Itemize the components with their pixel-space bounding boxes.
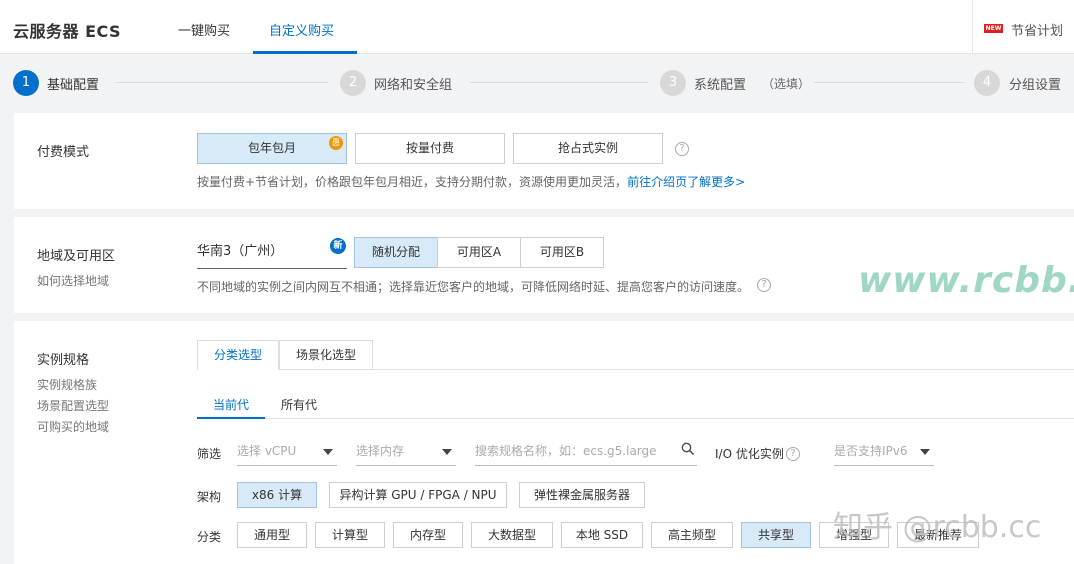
tab-all-generations[interactable]: 所有代 [281, 396, 317, 413]
billing-option-spot[interactable]: 抢占式实例 [513, 133, 663, 164]
vcpu-placeholder: 选择 vCPU [237, 444, 297, 458]
watermark-zhihu: 知乎 @rcbb.cc [833, 510, 1042, 545]
arch-heterogeneous[interactable]: 异构计算 GPU / FPGA / NPU [329, 482, 507, 508]
billing-panel: 付费模式 包年包月 惠 按量付费 抢占式实例 ? 按量付费+节省计划，价格跟包年… [14, 113, 1074, 209]
app-title: 云服务器 ECS [13, 22, 122, 41]
tab-custom-buy[interactable]: 自定义购买 [269, 20, 334, 39]
step-4-circle: 4 [974, 70, 1000, 96]
tab-category-select[interactable]: 分类选型 [197, 340, 279, 370]
category-memory[interactable]: 内存型 [393, 522, 463, 548]
step-1-circle: 1 [13, 70, 39, 96]
category-label: 分类 [197, 530, 222, 544]
savings-plan-link[interactable]: NEW 节省计划 [972, 0, 1074, 54]
billing-note: 按量付费+节省计划，价格跟包年包月相近，支持分期付款，资源使用更加灵活，前往介绍… [197, 173, 745, 190]
step-3-label[interactable]: 系统配置 [694, 74, 746, 93]
search-placeholder: 搜索规格名称，如：ecs.g5.large [475, 444, 657, 458]
step-2-circle: 2 [340, 70, 366, 96]
spec-link-scenario[interactable]: 场景配置选型 [37, 397, 109, 414]
step-connector [116, 82, 328, 83]
tab-one-click-buy[interactable]: 一键购买 [178, 20, 230, 39]
subtab-indicator [197, 417, 265, 419]
spec-search-input[interactable]: 搜索规格名称，如：ecs.g5.large [475, 440, 697, 466]
memory-dropdown[interactable]: 选择内存 [356, 440, 456, 466]
step-2-label[interactable]: 网络和安全组 [374, 74, 452, 93]
spec-link-regions[interactable]: 可购买的地域 [37, 418, 109, 435]
category-big-data[interactable]: 大数据型 [471, 522, 553, 548]
filter-label: 筛选 [197, 447, 222, 461]
region-note: 不同地域的实例之间内网互不相通；选择靠近您客户的地域，可降低网络时延、提高您客户… [197, 280, 750, 294]
region-help-link[interactable]: 如何选择地域 [37, 272, 109, 289]
chevron-down-icon [442, 449, 452, 455]
step-3-optional: （选填） [762, 77, 811, 91]
category-compute[interactable]: 计算型 [315, 522, 385, 548]
category-high-frequency[interactable]: 高主频型 [651, 522, 733, 548]
help-icon[interactable]: ? [757, 278, 771, 292]
spec-link-family[interactable]: 实例规格族 [37, 376, 97, 393]
subtab-divider [197, 418, 1074, 419]
savings-plan-label: 节省计划 [1011, 24, 1064, 39]
step-indicator: 1 基础配置 2 网络和安全组 3 系统配置 （选填） 4 分组设置 [0, 58, 1074, 104]
io-optimized-label: I/O 优化实例 [715, 447, 784, 461]
arch-x86[interactable]: x86 计算 [237, 482, 317, 508]
help-icon[interactable]: ? [786, 447, 800, 461]
zone-a[interactable]: 可用区A [437, 237, 521, 268]
zone-random[interactable]: 随机分配 [354, 237, 438, 268]
step-4-label[interactable]: 分组设置 [1009, 74, 1061, 93]
tab-current-generation[interactable]: 当前代 [213, 396, 249, 413]
arch-label: 架构 [197, 490, 222, 504]
chevron-down-icon [920, 449, 930, 455]
vcpu-dropdown[interactable]: 选择 vCPU [237, 440, 337, 466]
billing-option-pay-as-you-go[interactable]: 按量付费 [355, 133, 505, 164]
category-local-ssd[interactable]: 本地 SSD [561, 522, 643, 548]
category-shared[interactable]: 共享型 [741, 522, 811, 548]
new-region-badge: 新 [330, 238, 346, 254]
region-select[interactable]: 华南3（广州） [197, 239, 347, 269]
tab-scenario-select[interactable]: 场景化选型 [279, 340, 373, 370]
region-title: 地域及可用区 [37, 249, 116, 264]
chevron-down-icon [323, 449, 333, 455]
billing-note-text: 按量付费+节省计划，价格跟包年包月相近，支持分期付款，资源使用更加灵活， [197, 175, 628, 189]
step-1-label[interactable]: 基础配置 [47, 74, 99, 93]
step-3-circle: 3 [660, 70, 686, 96]
billing-more-link[interactable]: 前往介绍页了解更多> [627, 175, 745, 189]
watermark-site: www.rcbb.cc [858, 260, 1074, 301]
ipv6-placeholder: 是否支持IPv6 [834, 444, 908, 458]
step-connector [814, 82, 964, 83]
billing-title: 付费模式 [37, 145, 90, 160]
billing-option-subscription[interactable]: 包年包月 [197, 133, 347, 164]
step-connector [470, 82, 648, 83]
memory-placeholder: 选择内存 [356, 444, 405, 458]
new-badge: NEW [984, 24, 1003, 33]
ipv6-dropdown[interactable]: 是否支持IPv6 [834, 440, 934, 466]
zone-b[interactable]: 可用区B [520, 237, 604, 268]
active-tab-indicator [253, 51, 357, 54]
search-icon[interactable] [681, 442, 695, 456]
spec-title: 实例规格 [37, 353, 90, 368]
help-icon[interactable]: ? [675, 142, 689, 156]
discount-badge: 惠 [329, 136, 343, 150]
category-general[interactable]: 通用型 [237, 522, 307, 548]
arch-bare-metal[interactable]: 弹性裸金属服务器 [519, 482, 645, 508]
top-bar: 云服务器 ECS 一键购买 自定义购买 NEW 节省计划 [0, 0, 1074, 54]
